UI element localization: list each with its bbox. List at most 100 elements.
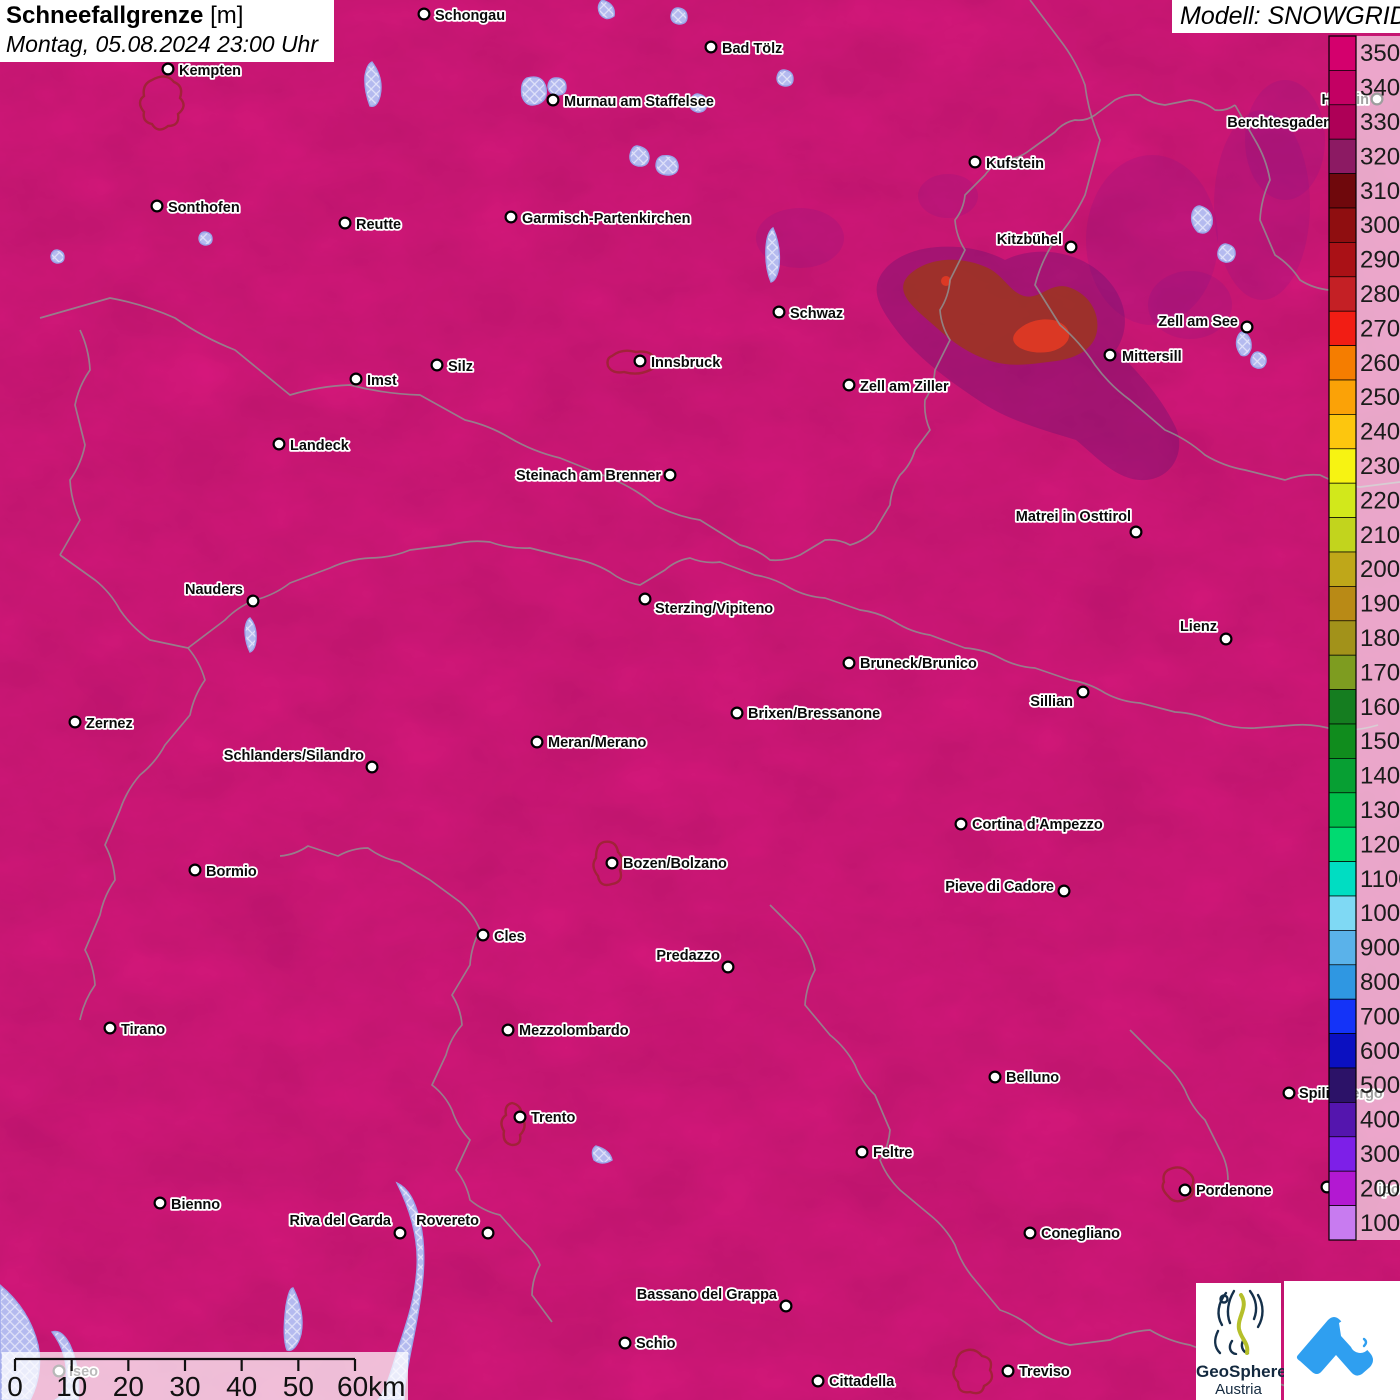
colorbar-tick-label: 2900 (1360, 247, 1400, 274)
colorbar-cell (1328, 1067, 1357, 1103)
colorbar-tick-label: 2500 (1360, 384, 1400, 411)
geosphere-contour-icon (1214, 1289, 1264, 1356)
colorbar-cell (1328, 310, 1357, 346)
mountain-cloud-icon (1296, 1317, 1377, 1376)
city-dot (704, 40, 718, 54)
city-label: Bruneck/Brunico (860, 656, 977, 672)
city-label: Silz (448, 359, 473, 375)
city-marker: Bruneck/BrunicoBruneck/Brunico (842, 654, 979, 674)
colorbar-tick-label: 100 (1360, 1210, 1400, 1237)
colorbar-tick-label: 700 (1360, 1003, 1400, 1030)
colorbar-cell (1328, 414, 1357, 450)
colorbar-tick-label: 2400 (1360, 419, 1400, 446)
city-marker: Pieve di CadorePieve di Cadore (943, 877, 1071, 898)
colorbar-cell (1328, 586, 1357, 622)
colorbar-cell (1328, 138, 1357, 174)
city-marker: Zell am ZillerZell am Ziller (842, 377, 951, 397)
city-dot (842, 656, 856, 670)
city-dot (663, 468, 677, 482)
lake (198, 231, 213, 246)
colorbar-cell (1328, 35, 1357, 71)
model-label-box: Modell: SNOWGRID (1172, 0, 1400, 33)
city-dot (393, 1226, 407, 1240)
colorbar-tick-label: 2200 (1360, 487, 1400, 514)
city-dot (349, 372, 363, 386)
city-label: Sillian (1030, 694, 1073, 710)
city-label: Schwaz (790, 306, 843, 322)
colorbar-tick-label: 1100 (1360, 866, 1400, 893)
colorbar-cell (1328, 654, 1357, 690)
city-label: Schio (636, 1336, 676, 1352)
city-dot (1282, 1086, 1296, 1100)
city-label: Reutte (356, 217, 401, 233)
city-marker: Steinach am BrennerSteinach am Brenner (514, 466, 677, 486)
city-label: Schongau (435, 8, 505, 24)
city-label: Berchtesgaden (1227, 115, 1332, 131)
scalebar-label: 30 (169, 1371, 200, 1400)
city-dot (842, 378, 856, 392)
geosphere-country: Austria (1215, 1381, 1262, 1398)
city-dot (546, 93, 560, 107)
colorbar-tick-label: 1400 (1360, 763, 1400, 790)
city-dot (530, 735, 544, 749)
city-label: Kempten (179, 63, 241, 79)
lake (520, 76, 548, 106)
lake (670, 7, 688, 25)
city-label: Riva del Garda (289, 1213, 391, 1229)
city-dot (501, 1023, 515, 1037)
colorbar-tick-label: 1300 (1360, 797, 1400, 824)
colorbar-tick-label: 3300 (1360, 109, 1400, 136)
colorbar-tick-label: 2100 (1360, 522, 1400, 549)
city-dot (605, 856, 619, 870)
city-label: Rovereto (416, 1213, 479, 1229)
colorbar-tick-label: 200 (1360, 1175, 1400, 1202)
colorbar-tick-label: 1700 (1360, 659, 1400, 686)
colorbar-cell (1328, 551, 1357, 587)
colorbar-cell (1328, 1102, 1357, 1138)
weather-map-stage: Schongau Schongau Bad Tölz Bad Tölz Kempten K… (0, 0, 1400, 1400)
city-dot (638, 592, 652, 606)
city-label: Pieve di Cadore (945, 879, 1054, 895)
colorbar-cell (1328, 1033, 1357, 1069)
lake (776, 69, 794, 87)
colorbar-tick-label: 2300 (1360, 453, 1400, 480)
city-label: Bad Tölz (722, 41, 782, 57)
city-dot (811, 1374, 825, 1388)
colorbar-legend: 3500 3400 3300 3200 3100 3000 2900 2800 2700 2600… (1328, 35, 1400, 1241)
city-dot (1240, 320, 1254, 334)
colorbar-cell (1328, 448, 1357, 484)
title-text: Schneefallgrenze (6, 2, 204, 29)
city-dot (103, 1021, 117, 1035)
city-dot (504, 210, 518, 224)
city-label: Landeck (290, 438, 350, 454)
lake (547, 77, 567, 96)
lake (655, 155, 679, 176)
city-dot (618, 1336, 632, 1350)
avalanche-report-logo-box (1284, 1281, 1400, 1400)
colorbar-cell (1328, 517, 1357, 553)
scalebar-label: 60km (337, 1371, 405, 1400)
colorbar-cell (1328, 70, 1357, 106)
colorbar-tick-label: 400 (1360, 1107, 1400, 1134)
city-label: Schlanders/Silandro (224, 748, 364, 764)
colorbar-tick-label: 1600 (1360, 694, 1400, 721)
city-marker: BerchtesgadenBerchtesgaden (1225, 113, 1333, 133)
city-dot (1001, 1364, 1015, 1378)
colorbar-tick-label: 3100 (1360, 178, 1400, 205)
model-label: Modell: SNOWGRID (1180, 2, 1400, 30)
colorbar-cell (1328, 207, 1357, 243)
colorbar-cell (1328, 1136, 1357, 1172)
colorbar-cell (1328, 276, 1357, 312)
colorbar-tick-label: 3000 (1360, 212, 1400, 239)
scalebar-label: 0 (7, 1371, 23, 1400)
city-marker: MezzolombardoMezzolombardo (501, 1021, 630, 1041)
city-marker: Garmisch-PartenkirchenGarmisch-Partenkir… (504, 209, 692, 229)
city-label: Meran/Merano (548, 735, 646, 751)
city-dot (968, 155, 982, 169)
colorbar-tick-label: 300 (1360, 1141, 1400, 1168)
colorbar-cell (1328, 242, 1357, 278)
colorbar-cell (1328, 379, 1357, 415)
city-label: Murnau am Staffelsee (564, 94, 714, 110)
city-dot (68, 715, 82, 729)
tint-patch (1245, 80, 1325, 200)
